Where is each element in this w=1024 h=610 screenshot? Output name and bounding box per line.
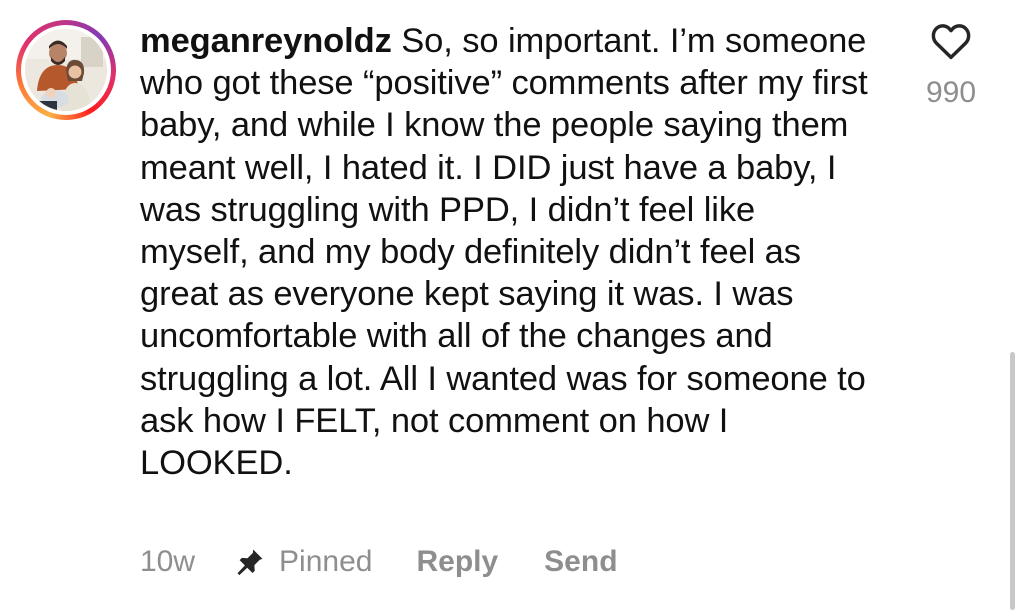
- avatar-photo: [25, 29, 107, 111]
- like-control: 990: [916, 22, 986, 110]
- pinned-indicator: Pinned: [235, 545, 372, 579]
- story-ring[interactable]: [16, 20, 116, 120]
- reply-button[interactable]: Reply: [416, 545, 498, 579]
- comment-text: So, so important. I’m someone who got th…: [140, 22, 868, 483]
- avatar[interactable]: [25, 29, 107, 111]
- like-count: 990: [925, 76, 977, 109]
- pin-icon: [237, 549, 263, 576]
- comment-username[interactable]: meganreynoldz: [140, 22, 392, 60]
- pinned-label: Pinned: [279, 545, 373, 578]
- scrollbar[interactable]: [1010, 352, 1015, 610]
- send-button[interactable]: Send: [544, 545, 617, 579]
- comment-actions: 10w Pinned Reply Send: [140, 540, 618, 584]
- comment-body: meganreynoldz So, so important. I’m some…: [140, 20, 870, 484]
- heart-outline-icon[interactable]: [930, 22, 972, 60]
- comment-timestamp: 10w: [140, 545, 196, 578]
